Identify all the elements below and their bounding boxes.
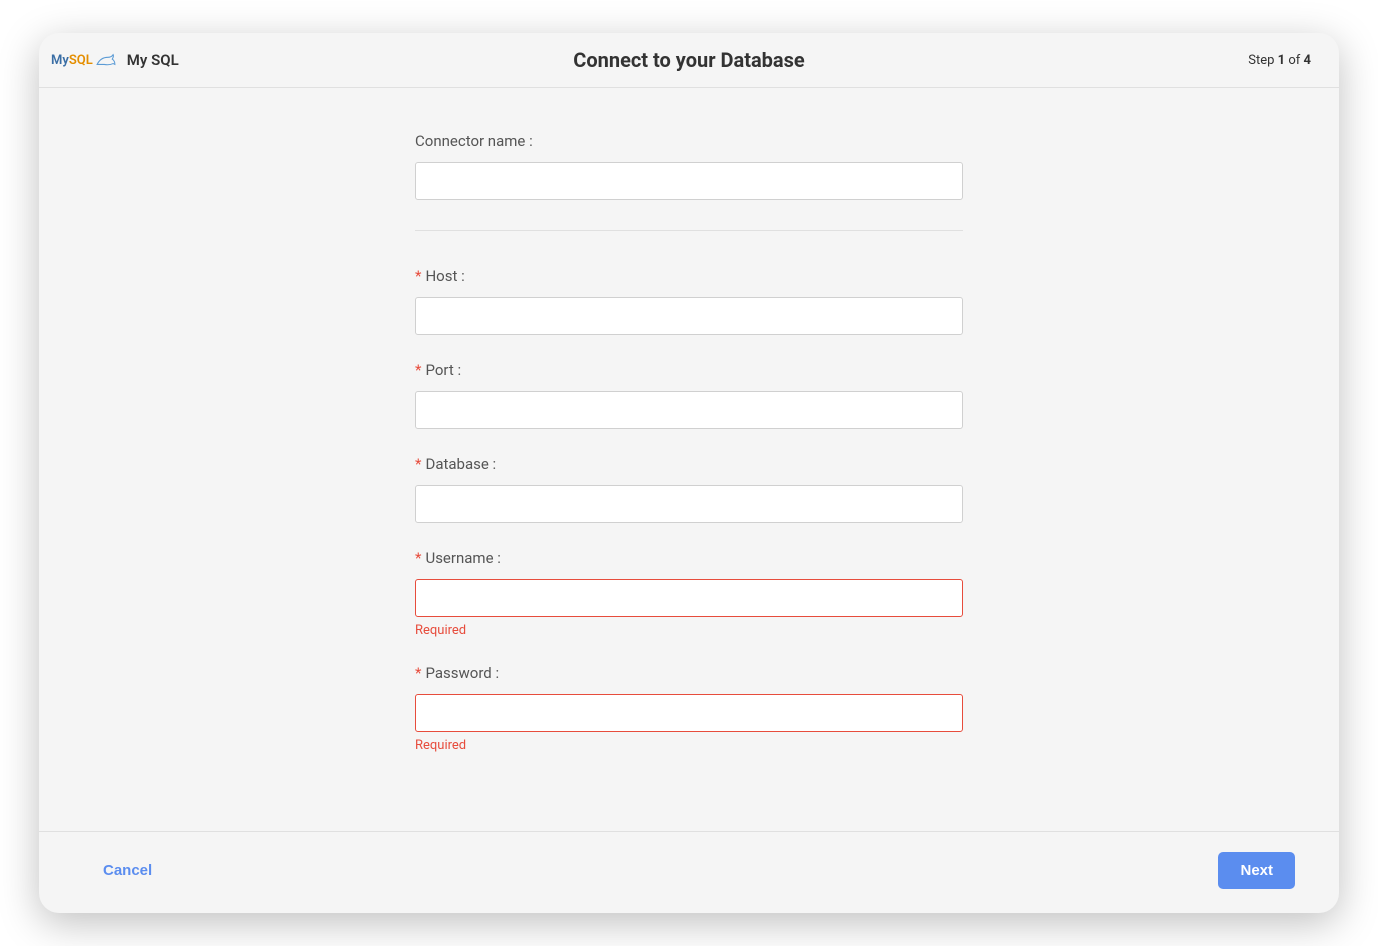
form-group-username: *Username : Required xyxy=(415,549,963,638)
mysql-logo-text: MySQL xyxy=(51,53,93,68)
header-left: MySQL My SQL xyxy=(51,51,179,69)
next-button[interactable]: Next xyxy=(1218,852,1295,889)
database-label-text: Database : xyxy=(425,455,496,473)
connect-database-modal: MySQL My SQL Connect to your Database St… xyxy=(39,33,1339,913)
cancel-button[interactable]: Cancel xyxy=(99,854,156,887)
connector-type-label: My SQL xyxy=(127,51,179,69)
required-star-icon: * xyxy=(415,455,421,473)
host-label: *Host : xyxy=(415,267,963,285)
connector-name-input[interactable] xyxy=(415,162,963,200)
username-error-message: Required xyxy=(415,623,963,638)
required-star-icon: * xyxy=(415,267,421,285)
password-input[interactable] xyxy=(415,694,963,732)
form-group-connector-name: Connector name : xyxy=(415,132,963,200)
password-label: *Password : xyxy=(415,664,963,682)
required-star-icon: * xyxy=(415,664,421,682)
section-divider xyxy=(415,230,963,231)
step-prefix: Step xyxy=(1248,53,1274,68)
database-label: *Database : xyxy=(415,455,963,473)
step-total: 4 xyxy=(1304,53,1311,68)
password-error-message: Required xyxy=(415,738,963,753)
form-group-host: *Host : xyxy=(415,267,963,335)
form-group-port: *Port : xyxy=(415,361,963,429)
modal-header: MySQL My SQL Connect to your Database St… xyxy=(39,33,1339,88)
step-indicator: Step 1 of 4 xyxy=(1248,53,1311,68)
step-of: of xyxy=(1288,53,1300,68)
username-input[interactable] xyxy=(415,579,963,617)
form-group-database: *Database : xyxy=(415,455,963,523)
page-title: Connect to your Database xyxy=(573,48,804,72)
required-star-icon: * xyxy=(415,549,421,567)
required-star-icon: * xyxy=(415,361,421,379)
port-input[interactable] xyxy=(415,391,963,429)
form-container: Connector name : *Host : *Port : *Databa… xyxy=(39,88,1339,831)
step-current: 1 xyxy=(1278,53,1285,68)
username-label: *Username : xyxy=(415,549,963,567)
port-label-text: Port : xyxy=(425,361,461,379)
host-input[interactable] xyxy=(415,297,963,335)
modal-footer: Cancel Next xyxy=(39,831,1339,913)
form-inner: Connector name : *Host : *Port : *Databa… xyxy=(415,132,963,779)
database-input[interactable] xyxy=(415,485,963,523)
mysql-logo: MySQL xyxy=(51,52,117,68)
host-label-text: Host : xyxy=(425,267,464,285)
password-label-text: Password : xyxy=(425,664,499,682)
connector-name-label: Connector name : xyxy=(415,132,963,150)
dolphin-icon xyxy=(95,52,117,68)
form-group-password: *Password : Required xyxy=(415,664,963,753)
username-label-text: Username : xyxy=(425,549,500,567)
port-label: *Port : xyxy=(415,361,963,379)
